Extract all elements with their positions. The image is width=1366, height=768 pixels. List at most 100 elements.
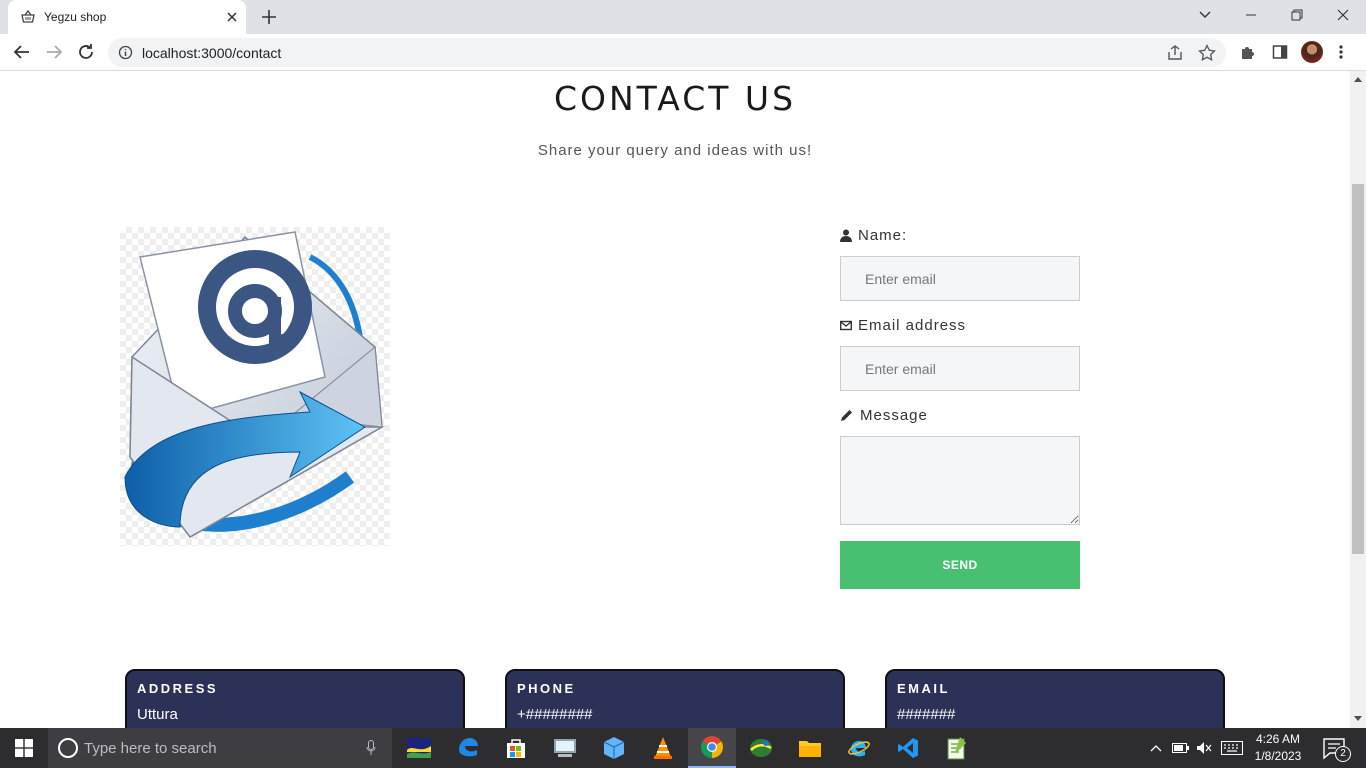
browser-toolbar: localhost:3000/contact	[0, 34, 1366, 71]
reload-icon	[79, 44, 93, 59]
info-icon[interactable]	[118, 45, 133, 60]
card-value: Uttura	[137, 706, 178, 723]
taskbar-app-store[interactable]	[492, 728, 540, 768]
taskbar-app-edge[interactable]	[444, 728, 492, 768]
vlc-cone-icon	[654, 737, 672, 759]
close-window-button[interactable]	[1320, 0, 1366, 30]
kebab-menu-icon	[1339, 45, 1343, 59]
volume-muted-icon	[1197, 742, 1212, 754]
taskbar-app-chrome[interactable]	[688, 728, 736, 768]
taskbar-app-media[interactable]	[395, 728, 443, 768]
email-card: EMAIL #######	[885, 669, 1225, 728]
globe-app-icon	[750, 739, 772, 757]
minimize-button[interactable]	[1228, 0, 1274, 30]
page-viewport: CONTACT US Share your query and ideas wi…	[0, 71, 1350, 728]
star-icon[interactable]	[1198, 44, 1216, 62]
menu-button[interactable]	[1329, 40, 1353, 64]
restore-button[interactable]	[1274, 0, 1320, 30]
edge-icon	[459, 738, 478, 757]
microphone-icon[interactable]	[366, 740, 376, 756]
minimize-icon	[1246, 14, 1256, 16]
url-text: localhost:3000/contact	[142, 45, 282, 61]
chrome-icon	[701, 736, 723, 758]
windows-taskbar: Type here to search 4:26 AM 1/8/2023 2	[0, 728, 1366, 768]
basket-icon	[21, 9, 35, 23]
email-label: Email address	[840, 317, 966, 334]
phone-card: PHONE +########	[505, 669, 845, 728]
clock-time: 4:26 AM	[1255, 732, 1301, 746]
arrow-right-icon	[47, 45, 63, 59]
restore-icon	[1291, 9, 1303, 21]
battery-indicator[interactable]	[1172, 728, 1190, 768]
scroll-up-icon[interactable]	[1354, 77, 1362, 82]
back-button[interactable]	[10, 40, 34, 64]
keyboard-indicator[interactable]	[1221, 728, 1243, 768]
name-input[interactable]	[840, 256, 1080, 301]
page-title: CONTACT US	[553, 79, 797, 118]
taskbar-app-notepad[interactable]	[933, 728, 981, 768]
card-value: +########	[517, 706, 593, 723]
close-icon	[1337, 9, 1349, 21]
taskbar-app-globe[interactable]	[737, 728, 785, 768]
search-placeholder: Type here to search	[84, 740, 217, 757]
email-label-text: Email address	[858, 317, 967, 334]
message-label: Message	[840, 407, 928, 424]
side-panel-icon	[1272, 45, 1288, 59]
volume-indicator[interactable]	[1196, 728, 1212, 768]
message-label-text: Message	[860, 407, 928, 424]
card-title: ADDRESS	[137, 681, 219, 696]
windows-logo-icon	[15, 739, 33, 757]
puzzle-icon	[1242, 47, 1254, 59]
profile-avatar[interactable]	[1301, 41, 1323, 63]
forward-button[interactable]	[42, 40, 66, 64]
network-app-icon	[554, 739, 576, 757]
side-panel-button[interactable]	[1268, 40, 1292, 64]
taskbar-search[interactable]: Type here to search	[48, 728, 392, 768]
chevron-down-icon	[1199, 11, 1211, 18]
address-card: ADDRESS Uttura	[125, 669, 465, 728]
folder-icon	[799, 741, 821, 757]
name-label-text: Name:	[858, 227, 908, 244]
address-bar[interactable]: localhost:3000/contact	[108, 38, 1226, 67]
card-title: EMAIL	[897, 681, 950, 696]
internet-explorer-icon	[848, 741, 870, 757]
message-textarea[interactable]	[840, 436, 1080, 525]
taskbar-app-vlc[interactable]	[639, 728, 687, 768]
battery-icon	[1172, 743, 1189, 753]
box-app-icon	[603, 737, 625, 759]
cortana-icon	[58, 738, 78, 758]
store-icon	[507, 739, 525, 758]
tray-overflow-button[interactable]	[1150, 728, 1162, 768]
page-scrollbar[interactable]	[1350, 71, 1366, 728]
card-value: #######	[897, 706, 956, 723]
taskbar-app-network[interactable]	[541, 728, 589, 768]
taskbar-app-vscode[interactable]	[884, 728, 932, 768]
email-envelope-image	[120, 227, 390, 546]
scroll-down-icon[interactable]	[1354, 716, 1362, 721]
tab-title: Yegzu shop	[44, 10, 107, 24]
reload-button[interactable]	[74, 40, 98, 64]
taskbar-clock[interactable]: 4:26 AM 1/8/2023	[1248, 731, 1308, 765]
tab-search-button[interactable]	[1182, 0, 1228, 30]
share-icon[interactable]	[1166, 44, 1184, 62]
chevron-up-icon	[1150, 745, 1162, 752]
page-subtitle: Share your query and ideas with us!	[537, 142, 813, 159]
close-tab-icon[interactable]	[224, 9, 240, 25]
taskbar-app-ie[interactable]	[835, 728, 883, 768]
notification-count-badge: 2	[1335, 746, 1351, 762]
arrow-left-icon	[13, 45, 29, 59]
new-tab-icon[interactable]	[258, 6, 280, 28]
notepad-plus-icon	[947, 737, 966, 760]
send-button[interactable]: SEND	[840, 541, 1080, 589]
extensions-button[interactable]	[1236, 40, 1260, 64]
scroll-thumb[interactable]	[1352, 184, 1364, 554]
tab-strip: Yegzu shop	[0, 0, 1366, 34]
vscode-icon	[898, 738, 918, 758]
taskbar-app-explorer[interactable]	[786, 728, 834, 768]
media-app-icon	[407, 738, 431, 758]
start-button[interactable]	[0, 728, 48, 768]
taskbar-app-box[interactable]	[590, 728, 638, 768]
email-input[interactable]	[840, 346, 1080, 391]
card-title: PHONE	[517, 681, 576, 696]
browser-tab[interactable]: Yegzu shop	[8, 0, 246, 34]
